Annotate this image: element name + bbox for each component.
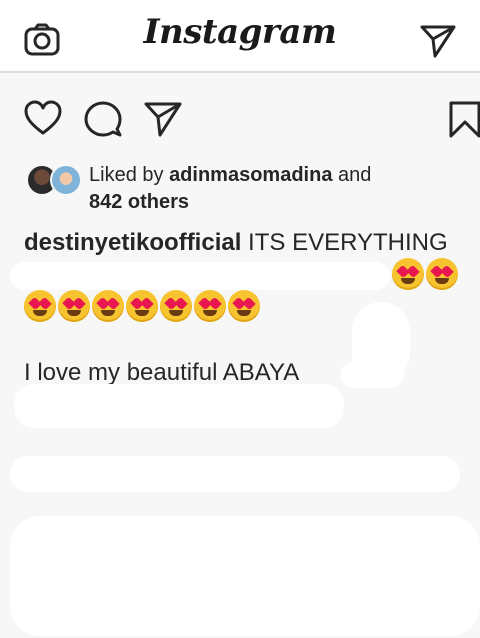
direct-send-icon[interactable] (418, 20, 458, 60)
redaction (14, 384, 344, 428)
share-icon[interactable] (144, 100, 182, 138)
heart-icon[interactable] (24, 100, 62, 138)
emoji-row (392, 258, 460, 294)
heart-eyes-emoji (160, 290, 192, 322)
likes-count[interactable]: 842 others (89, 191, 189, 213)
heart-eyes-emoji (58, 290, 90, 322)
redaction (10, 516, 480, 636)
likes-text: Liked by adinmasomadina and 842 others (89, 162, 371, 216)
heart-eyes-emoji (126, 290, 158, 322)
heart-eyes-emoji (194, 290, 226, 322)
bookmark-icon[interactable] (446, 100, 480, 138)
redaction (10, 456, 460, 492)
redaction (10, 262, 390, 290)
top-bar: Instagram (0, 0, 480, 73)
caption-text: ITS EVERYTHING (241, 229, 448, 256)
redaction (340, 362, 404, 388)
heart-eyes-emoji (426, 258, 458, 290)
post-username[interactable]: destinyetikoofficial (24, 229, 241, 256)
post-caption: destinyetikoofficial ITS EVERYTHING (24, 228, 480, 258)
heart-eyes-emoji (392, 258, 424, 290)
comment-icon[interactable] (84, 100, 122, 138)
heart-eyes-emoji (24, 290, 56, 322)
heart-eyes-emoji (92, 290, 124, 322)
likes-summary[interactable]: Liked by adinmasomadina and 842 others (26, 162, 466, 218)
likes-conjunction: and (332, 164, 372, 186)
liker-avatar (50, 164, 82, 196)
likes-prefix: Liked by (89, 164, 170, 186)
liker-username[interactable]: adinmasomadina (169, 164, 332, 186)
app-logo: Instagram (143, 12, 337, 52)
heart-eyes-emoji (228, 290, 260, 322)
emoji-row (24, 290, 262, 326)
